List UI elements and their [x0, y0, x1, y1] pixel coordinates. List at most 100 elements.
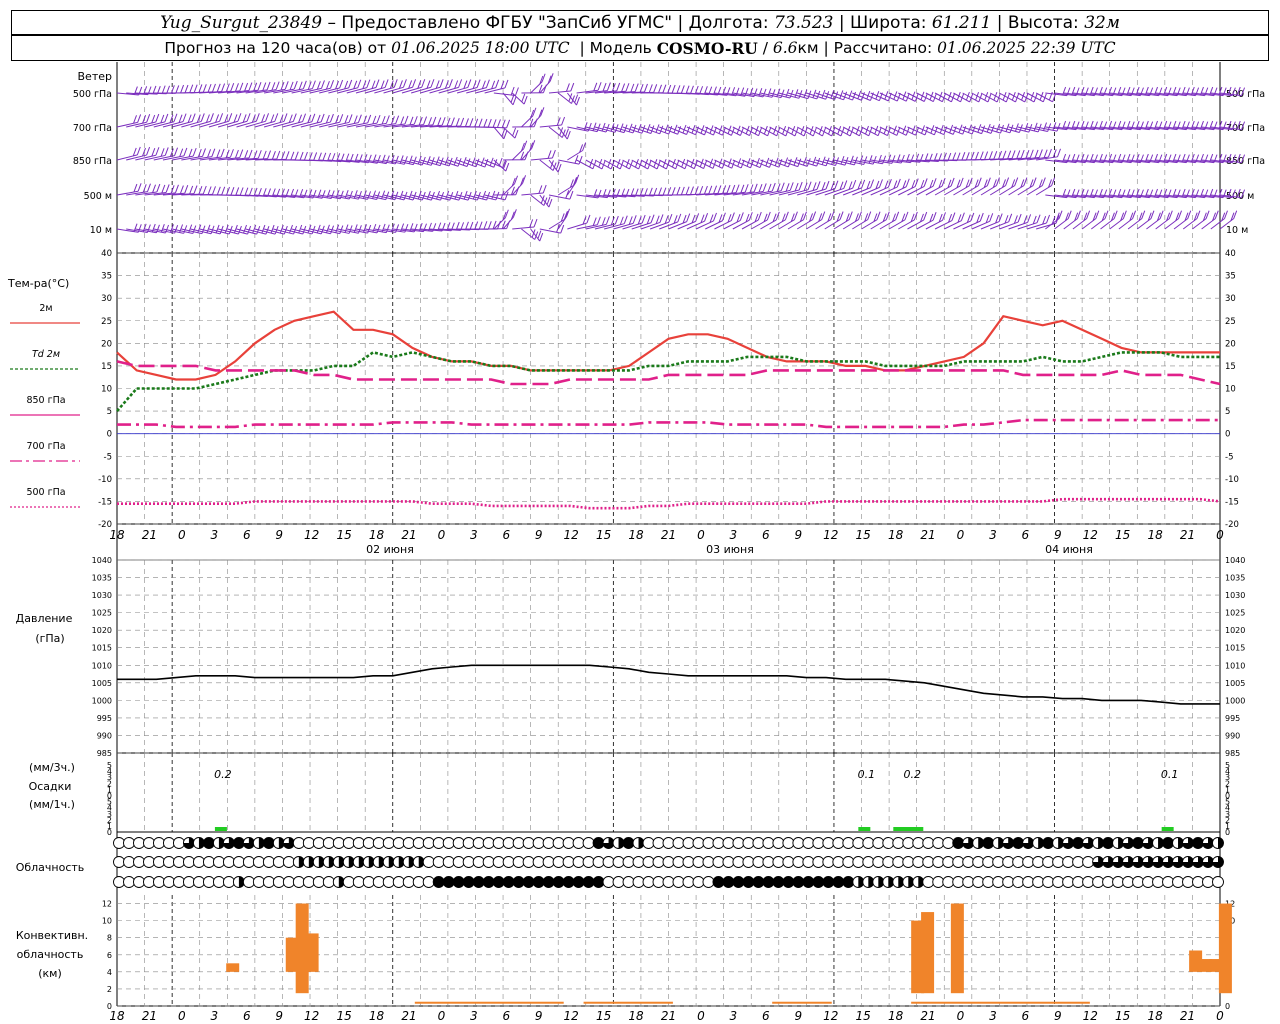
wind-barb-flag	[990, 125, 995, 134]
cloud-circle	[642, 876, 655, 888]
cloud-symbol	[462, 856, 475, 868]
wind-barb-flag	[209, 113, 214, 122]
wind-barb-shaft	[493, 126, 505, 140]
wind-barb-shaft	[879, 219, 896, 230]
wind-barb-shaft	[999, 221, 1019, 230]
wind-barb-flag	[655, 124, 660, 133]
cloud-symbol	[113, 876, 125, 888]
wind-barb-flag	[1086, 210, 1091, 219]
wind-barb-shaft	[438, 86, 459, 94]
cloud-symbol	[272, 837, 285, 849]
cloud-circle	[1082, 856, 1095, 868]
cloud-symbol	[282, 837, 295, 849]
cloud-symbol	[212, 856, 225, 868]
wind-barb-flag	[151, 114, 156, 124]
cloud-circle	[192, 856, 205, 868]
cloud-symbol	[972, 856, 985, 868]
wind-barb-flag	[542, 184, 547, 194]
cloud-circle	[1012, 856, 1025, 868]
wind-barb-flag	[248, 187, 253, 197]
cloud-circle	[602, 876, 615, 888]
wind-barb-flag	[566, 130, 571, 140]
cloud-circle	[522, 837, 535, 849]
cloud-circle	[1072, 856, 1085, 868]
wind-barb-flag	[1027, 214, 1032, 223]
wind-barb	[1026, 177, 1046, 196]
wind-barb	[585, 216, 610, 230]
cloud-fill	[563, 876, 575, 888]
wind-barb-flag	[812, 211, 817, 220]
cloud-symbol	[742, 856, 755, 868]
conv-xtick: 21	[661, 1009, 676, 1023]
temp-xtick: 18	[109, 528, 125, 542]
cloud-symbol	[782, 876, 795, 888]
cloud-symbol	[502, 876, 515, 888]
cloud-symbol	[792, 837, 805, 849]
wind-barb-flag	[400, 116, 405, 125]
cloud-symbol	[302, 837, 315, 849]
wind-barb-flag	[793, 157, 798, 166]
cloud-symbol	[222, 856, 235, 868]
cloud-symbol	[1192, 837, 1204, 849]
wind-barb-flag	[179, 185, 184, 194]
cloud-symbol	[1082, 837, 1095, 849]
wind-barb-shaft	[456, 87, 478, 94]
wind-barb-shaft	[420, 86, 441, 94]
cloud-label: Облачность	[16, 861, 85, 874]
wind-barb-flag	[802, 156, 807, 166]
cloud-fill	[583, 876, 595, 888]
wind-barb	[493, 159, 510, 172]
conv-xtick: 15	[596, 1009, 611, 1023]
cloud-symbol	[1012, 856, 1025, 868]
wind-barb-shaft	[898, 186, 916, 196]
wind-barb-flag	[161, 85, 166, 94]
cloud-symbol	[742, 876, 755, 888]
wind-barb-shaft	[1035, 185, 1052, 196]
temp-xtick: 21	[661, 528, 676, 542]
wind-barb-flag	[483, 118, 488, 128]
wind-barb-flag	[843, 180, 848, 189]
cloud-circle	[382, 837, 395, 849]
wind-barb-flag	[353, 115, 358, 124]
cloud-fill	[233, 837, 245, 849]
cloud-circle	[822, 856, 835, 868]
temp-xtick: 12	[564, 528, 579, 542]
wind-barb-flag	[867, 211, 872, 220]
conv-bar	[921, 912, 935, 994]
wind-barb-flag	[610, 216, 615, 226]
cloud-fill	[982, 837, 994, 849]
cloud-symbol	[143, 856, 155, 868]
wind-barb	[861, 179, 883, 196]
cloud-symbol	[592, 837, 605, 849]
wind-barb-flag	[565, 83, 570, 92]
cloud-symbol	[242, 837, 255, 849]
wind-barb-flag	[726, 184, 731, 194]
wind-level-label-right: 10 м	[1226, 225, 1248, 236]
wind-barb-flag	[491, 80, 496, 89]
cloud-symbol	[1142, 856, 1155, 868]
cloud-symbol	[722, 876, 735, 888]
wind-barb	[888, 211, 909, 230]
wind-barb-flag	[496, 119, 501, 128]
wind-barb-flag	[816, 157, 821, 167]
cloud-circle	[782, 837, 795, 849]
wind-barb-flag	[803, 211, 807, 220]
wind-barb	[493, 186, 520, 196]
wind-barb-flag	[376, 114, 381, 124]
temp-xtick: 21	[142, 528, 157, 542]
wind-barb-flag	[821, 211, 826, 220]
cloud-circle	[482, 856, 495, 868]
cloud-circle	[662, 876, 675, 888]
cloud-symbol	[492, 856, 505, 868]
cloud-circle	[472, 856, 485, 868]
wind-barb-shaft	[300, 121, 322, 128]
cloud-circle	[113, 856, 125, 868]
wind-barb-flag	[699, 186, 704, 195]
cloud-symbol	[902, 876, 915, 888]
wind-barb-flag	[348, 79, 353, 89]
wind-barb-flag	[644, 83, 648, 93]
cloud-symbol	[272, 856, 285, 868]
wind-barb-flag	[565, 128, 569, 137]
wind-barb-flag	[812, 156, 817, 166]
cloud-fill	[263, 837, 275, 849]
